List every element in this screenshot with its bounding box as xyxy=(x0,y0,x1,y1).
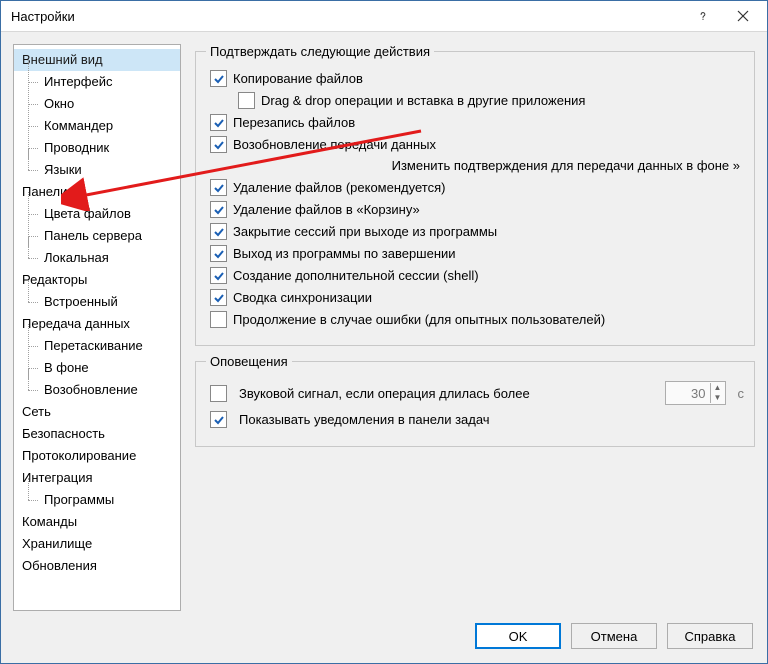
label-exit: Выход из программы по завершении xyxy=(233,246,456,261)
tree-node-commands[interactable]: Команды xyxy=(14,511,180,533)
tree-node-internal[interactable]: Встроенный xyxy=(14,291,180,313)
label-shell: Создание дополнительной сессии (shell) xyxy=(233,268,479,283)
checkbox-delete[interactable] xyxy=(210,179,227,196)
tree-node-window[interactable]: Окно xyxy=(14,93,180,115)
label-overwrite: Перезапись файлов xyxy=(233,115,355,130)
tree-node-dragdrop[interactable]: Перетаскивание xyxy=(14,335,180,357)
settings-tree[interactable]: Внешний вид Интерфейс Окно Коммандер Про… xyxy=(13,44,181,611)
checkbox-exit[interactable] xyxy=(210,245,227,262)
tree-node-storage[interactable]: Хранилище xyxy=(14,533,180,555)
label-recycle: Удаление файлов в «Корзину» xyxy=(233,202,420,217)
right-pane: Подтверждать следующие действия Копирова… xyxy=(195,44,755,611)
settings-dialog: Настройки Внешний вид Интерфейс Окно Ком… xyxy=(0,0,768,664)
tree-node-panels[interactable]: Панели xyxy=(14,181,180,203)
checkbox-beep[interactable] xyxy=(210,385,227,402)
seconds-spinner[interactable]: ▲ ▼ xyxy=(665,381,726,405)
tree-node-security[interactable]: Безопасность xyxy=(14,423,180,445)
ok-button[interactable]: OK xyxy=(475,623,561,649)
tree-node-background[interactable]: В фоне xyxy=(14,357,180,379)
tree-node-commander[interactable]: Коммандер xyxy=(14,115,180,137)
tree-node-localpanel[interactable]: Локальная xyxy=(14,247,180,269)
spin-up-icon[interactable]: ▲ xyxy=(711,383,725,393)
seconds-input[interactable] xyxy=(666,384,710,403)
group-notify-legend: Оповещения xyxy=(206,354,292,369)
checkbox-continue[interactable] xyxy=(210,311,227,328)
tree-node-logging[interactable]: Протоколирование xyxy=(14,445,180,467)
close-icon[interactable] xyxy=(723,2,763,30)
cancel-button[interactable]: Отмена xyxy=(571,623,657,649)
checkbox-close-sessions[interactable] xyxy=(210,223,227,240)
tree-node-editors[interactable]: Редакторы xyxy=(14,269,180,291)
checkbox-resume[interactable] xyxy=(210,136,227,153)
tree-node-filecolors[interactable]: Цвета файлов xyxy=(14,203,180,225)
tree-node-integration[interactable]: Интеграция xyxy=(14,467,180,489)
tree-node-resume[interactable]: Возобновление xyxy=(14,379,180,401)
seconds-unit: с xyxy=(738,386,745,401)
label-resume: Возобновление передачи данных xyxy=(233,137,436,152)
link-bg-confirmations[interactable]: Изменить подтверждения для передачи данн… xyxy=(206,158,740,173)
titlebar: Настройки xyxy=(1,1,767,32)
checkbox-syncsum[interactable] xyxy=(210,289,227,306)
dialog-buttons: OK Отмена Справка xyxy=(1,611,767,663)
checkbox-shell[interactable] xyxy=(210,267,227,284)
label-close-sessions: Закрытие сессий при выходе из программы xyxy=(233,224,497,239)
label-delete: Удаление файлов (рекомендуется) xyxy=(233,180,445,195)
checkbox-dragdrop[interactable] xyxy=(238,92,255,109)
tree-node-serverpanel[interactable]: Панель сервера xyxy=(14,225,180,247)
client-area: Внешний вид Интерфейс Окно Коммандер Про… xyxy=(1,32,767,663)
tree-node-interface[interactable]: Интерфейс xyxy=(14,71,180,93)
help-icon[interactable] xyxy=(683,2,723,30)
group-confirm-legend: Подтверждать следующие действия xyxy=(206,44,434,59)
checkbox-overwrite[interactable] xyxy=(210,114,227,131)
label-copy: Копирование файлов xyxy=(233,71,363,86)
help-button[interactable]: Справка xyxy=(667,623,753,649)
tree-node-explorer[interactable]: Проводник xyxy=(14,137,180,159)
checkbox-taskbar[interactable] xyxy=(210,411,227,428)
label-taskbar: Показывать уведомления в панели задач xyxy=(239,412,490,427)
label-syncsum: Сводка синхронизации xyxy=(233,290,372,305)
tree-node-appearance[interactable]: Внешний вид xyxy=(14,49,180,71)
label-continue: Продолжение в случае ошибки (для опытных… xyxy=(233,312,605,327)
label-beep: Звуковой сигнал, если операция длилась б… xyxy=(239,386,659,401)
tree-node-languages[interactable]: Языки xyxy=(14,159,180,181)
window-title: Настройки xyxy=(11,9,683,24)
label-dragdrop: Drag & drop операции и вставка в другие … xyxy=(261,93,585,108)
tree-node-transfer[interactable]: Передача данных xyxy=(14,313,180,335)
tree-node-network[interactable]: Сеть xyxy=(14,401,180,423)
checkbox-recycle[interactable] xyxy=(210,201,227,218)
group-notifications: Оповещения Звуковой сигнал, если операци… xyxy=(195,354,755,447)
tree-node-apps[interactable]: Программы xyxy=(14,489,180,511)
tree-node-updates[interactable]: Обновления xyxy=(14,555,180,577)
spin-down-icon[interactable]: ▼ xyxy=(711,393,725,403)
group-confirm-actions: Подтверждать следующие действия Копирова… xyxy=(195,44,755,346)
checkbox-copy[interactable] xyxy=(210,70,227,87)
